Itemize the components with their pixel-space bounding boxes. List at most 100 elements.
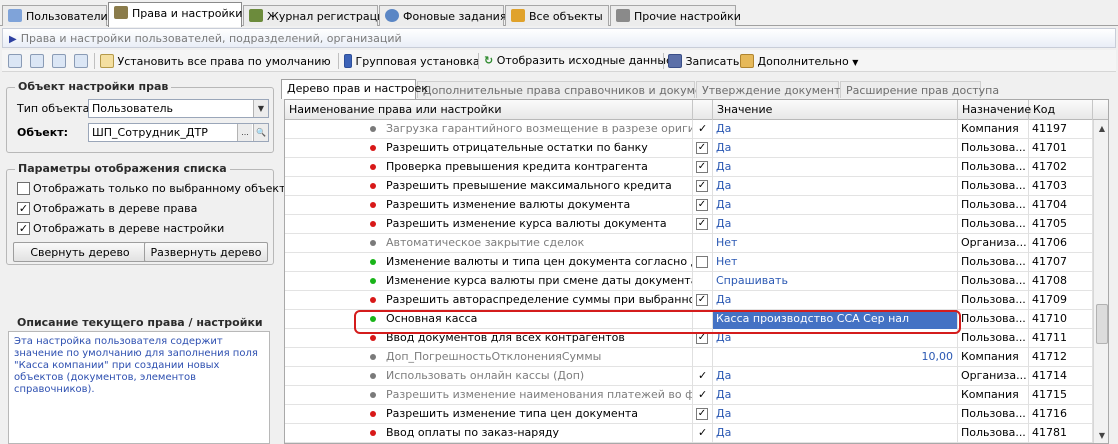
tab-rights-settings[interactable]: Права и настройки: [108, 2, 242, 27]
table-row[interactable]: Изменение валюты и типа цен документа со…: [285, 253, 1093, 272]
table-row[interactable]: Разрешить изменение курса валюты докумен…: [285, 215, 1093, 234]
table-row[interactable]: Изменение курса валюты при смене даты до…: [285, 272, 1093, 291]
ellipsis-icon[interactable]: ...: [237, 124, 252, 141]
add-button[interactable]: [8, 52, 22, 70]
tab-log[interactable]: Журнал регистрации: [243, 5, 391, 26]
check-cell[interactable]: [693, 348, 713, 367]
check-cell[interactable]: ✓: [693, 405, 713, 424]
only-selected-checkbox[interactable]: [17, 182, 30, 195]
more-button[interactable]: Дополнительно ▼: [740, 52, 858, 70]
value-cell[interactable]: Да: [713, 139, 958, 158]
check-cell[interactable]: ✓: [693, 139, 713, 158]
table-row[interactable]: Разрешить превышение максимального креди…: [285, 177, 1093, 196]
name-cell[interactable]: Проверка превышения кредита контрагента: [285, 158, 693, 177]
column-header-name[interactable]: Наименование права или настройки: [285, 100, 693, 120]
search-icon[interactable]: 🔍: [253, 124, 268, 141]
value-cell[interactable]: Касса производство ССА Сер нал: [713, 310, 958, 329]
value-cell[interactable]: Нет: [713, 253, 958, 272]
column-header-check[interactable]: [693, 100, 713, 120]
name-cell[interactable]: Разрешить превышение максимального креди…: [285, 177, 693, 196]
checkbox[interactable]: ✓: [696, 332, 708, 344]
name-cell[interactable]: Загрузка гарантийного возмещение в разре…: [285, 120, 693, 139]
value-cell[interactable]: Нет: [713, 234, 958, 253]
value-cell[interactable]: Да: [713, 120, 958, 139]
value-cell[interactable]: Да: [713, 196, 958, 215]
name-cell[interactable]: Изменение курса валюты при смене даты до…: [285, 272, 693, 291]
table-row[interactable]: Использовать онлайн кассы (Доп) ✓ Да Органи…: [285, 367, 1093, 386]
column-header-code[interactable]: Код: [1029, 100, 1093, 120]
check-cell[interactable]: ✓: [693, 120, 713, 139]
table-row[interactable]: Разрешить изменение наименования платеже…: [285, 386, 1093, 405]
checkbox[interactable]: ✓: [696, 218, 708, 230]
table-row[interactable]: Разрешить изменение валюты документа ✓ Да П…: [285, 196, 1093, 215]
expand-tree-button[interactable]: Развернуть дерево: [144, 242, 268, 262]
table-row[interactable]: Доп_ПогрешностьОтклоненияСуммы 10,00 Компа…: [285, 348, 1093, 367]
table-row[interactable]: Основная касса Касса производство ССА Сер…: [285, 310, 1093, 329]
checkbox[interactable]: ✓: [696, 408, 708, 420]
name-cell[interactable]: Основная касса: [285, 310, 693, 329]
tab-doc-approval[interactable]: Утверждение документов: [696, 81, 854, 98]
name-cell[interactable]: Разрешить изменение валюты документа: [285, 196, 693, 215]
name-cell[interactable]: Изменение валюты и типа цен документа со…: [285, 253, 693, 272]
value-cell[interactable]: Да: [713, 291, 958, 310]
value-cell[interactable]: 10,00: [713, 348, 958, 367]
table-row[interactable]: Разрешить изменение типа цен документа ✓ Д…: [285, 405, 1093, 424]
name-cell[interactable]: Доп_ПогрешностьОтклоненияСуммы: [285, 348, 693, 367]
check-cell[interactable]: ✓: [693, 329, 713, 348]
table-row[interactable]: Разрешить автораспределение суммы при вы…: [285, 291, 1093, 310]
check-cell[interactable]: ✓: [693, 386, 713, 405]
tab-background-jobs[interactable]: Фоновые задания: [379, 5, 506, 26]
set-defaults-button[interactable]: Установить все права по умолчанию: [100, 52, 331, 70]
copy-button[interactable]: [30, 52, 44, 70]
checkbox[interactable]: ✓: [696, 161, 708, 173]
value-cell[interactable]: Да: [713, 329, 958, 348]
name-cell[interactable]: Ввод оплаты по заказ-наряду: [285, 424, 693, 443]
value-cell[interactable]: Да: [713, 177, 958, 196]
checkbox[interactable]: [696, 256, 708, 268]
tab-other-settings[interactable]: Прочие настройки: [610, 5, 741, 26]
value-cell[interactable]: Спрашивать: [713, 272, 958, 291]
value-cell[interactable]: Да: [713, 158, 958, 177]
check-cell[interactable]: ✓: [693, 367, 713, 386]
check-cell[interactable]: ✓: [693, 196, 713, 215]
tab-users[interactable]: Пользователи: [2, 5, 108, 26]
column-header-value[interactable]: Значение: [713, 100, 958, 120]
name-cell[interactable]: Использовать онлайн кассы (Доп): [285, 367, 693, 386]
name-cell[interactable]: Разрешить автораспределение суммы при вы…: [285, 291, 693, 310]
value-cell[interactable]: Да: [713, 424, 958, 443]
group-setup-button[interactable]: Групповая установка: [344, 52, 480, 70]
check-cell[interactable]: [693, 272, 713, 291]
check-cell[interactable]: ✓: [693, 177, 713, 196]
value-cell[interactable]: Да: [713, 215, 958, 234]
table-row[interactable]: Загрузка гарантийного возмещение в разре…: [285, 120, 1093, 139]
scroll-down-icon[interactable]: ▼: [1096, 429, 1108, 443]
table-row[interactable]: Разрешить отрицательные остатки по банку…: [285, 139, 1093, 158]
check-cell[interactable]: [693, 234, 713, 253]
value-cell[interactable]: Да: [713, 367, 958, 386]
table-row[interactable]: Проверка превышения кредита контрагента ✓…: [285, 158, 1093, 177]
vertical-scrollbar[interactable]: ▲ ▼: [1093, 120, 1108, 443]
object-type-select[interactable]: Пользователь ▼: [88, 99, 269, 118]
tab-rights-tree[interactable]: Дерево прав и настроек: [281, 79, 428, 99]
check-cell[interactable]: ✓: [693, 424, 713, 443]
collapse-tree-button[interactable]: Свернуть дерево: [13, 242, 147, 262]
value-cell[interactable]: Да: [713, 386, 958, 405]
table-row[interactable]: Ввод документов для всех контрагентов ✓ Да…: [285, 329, 1093, 348]
name-cell[interactable]: Разрешить изменение курса валюты докумен…: [285, 215, 693, 234]
scroll-thumb[interactable]: [1096, 304, 1108, 344]
name-cell[interactable]: Разрешить изменение типа цен документа: [285, 405, 693, 424]
column-header-assignment[interactable]: Назначение: [958, 100, 1031, 120]
show-source-button[interactable]: ↻ Отобразить исходные данные: [484, 52, 673, 70]
table-row[interactable]: Ввод оплаты по заказ-наряду ✓ Да Пользова..…: [285, 424, 1093, 443]
checkbox[interactable]: ✓: [696, 142, 708, 154]
value-cell[interactable]: Да: [713, 405, 958, 424]
checkbox[interactable]: ✓: [696, 180, 708, 192]
table-row[interactable]: Автоматическое закрытие сделок Нет Организ…: [285, 234, 1093, 253]
paste-button[interactable]: [52, 52, 66, 70]
tab-access-extension[interactable]: Расширение прав доступа: [840, 81, 999, 98]
tab-all-objects[interactable]: Все объекты: [505, 5, 609, 26]
object-field[interactable]: ШП_Сотрудник_ДТР ... 🔍: [88, 123, 269, 142]
show-rights-checkbox[interactable]: ✓: [17, 202, 30, 215]
check-cell[interactable]: ✓: [693, 291, 713, 310]
checkbox[interactable]: ✓: [696, 199, 708, 211]
